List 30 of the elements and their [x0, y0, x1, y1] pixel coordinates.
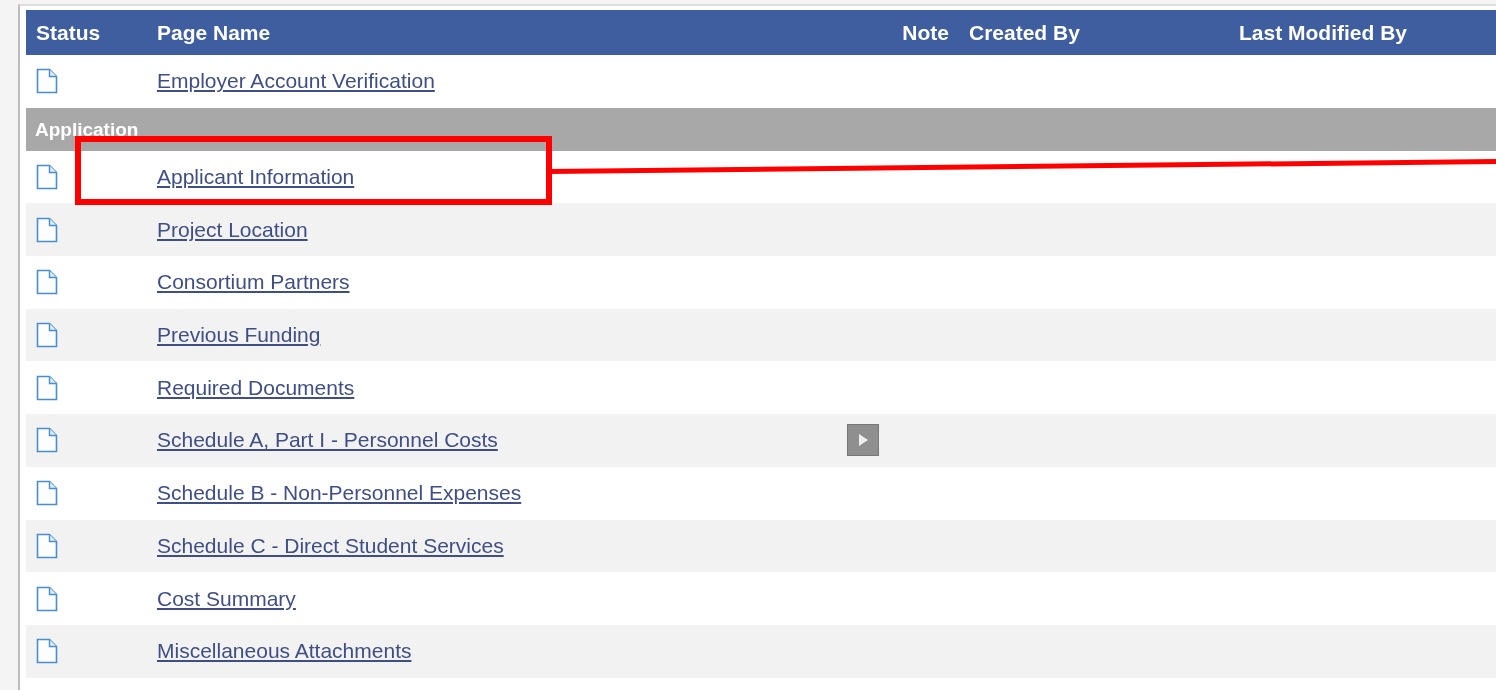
- page-link[interactable]: Employer Account Verification: [157, 69, 435, 93]
- page-link[interactable]: Schedule A, Part I - Personnel Costs: [157, 428, 498, 452]
- page-link[interactable]: Consortium Partners: [157, 270, 350, 294]
- column-header: Note: [901, 20, 949, 45]
- column-header: Page Name: [157, 20, 272, 45]
- document-icon: [36, 585, 58, 612]
- document-icon: [36, 68, 58, 95]
- page-link[interactable]: Applicant Information: [157, 165, 355, 189]
- document-icon: [36, 216, 58, 243]
- play-button[interactable]: [847, 424, 879, 457]
- document-icon: [36, 269, 58, 296]
- play-icon: [857, 433, 869, 448]
- section-header: Application: [26, 107, 1496, 151]
- document-icon: [36, 322, 58, 349]
- document-icon: [36, 638, 58, 665]
- page-link[interactable]: Project Location: [157, 217, 308, 241]
- page-link[interactable]: Cost Summary: [157, 586, 296, 610]
- document-icon: [36, 480, 58, 507]
- document-icon: [36, 532, 58, 559]
- page-link[interactable]: Schedule B - Non-Personnel Expenses: [157, 481, 522, 505]
- page-link[interactable]: Schedule C - Direct Student Services: [157, 533, 504, 557]
- document-icon: [36, 164, 58, 191]
- page-link[interactable]: Previous Funding: [157, 323, 321, 347]
- document-icon: [36, 427, 58, 454]
- page-link[interactable]: Miscellaneous Attachments: [157, 639, 412, 663]
- column-header: Created By: [968, 20, 1081, 45]
- column-header: Last Modified By: [1239, 20, 1407, 45]
- document-icon: [36, 374, 58, 401]
- page-link[interactable]: Required Documents: [157, 375, 355, 399]
- column-header: Status: [35, 20, 102, 45]
